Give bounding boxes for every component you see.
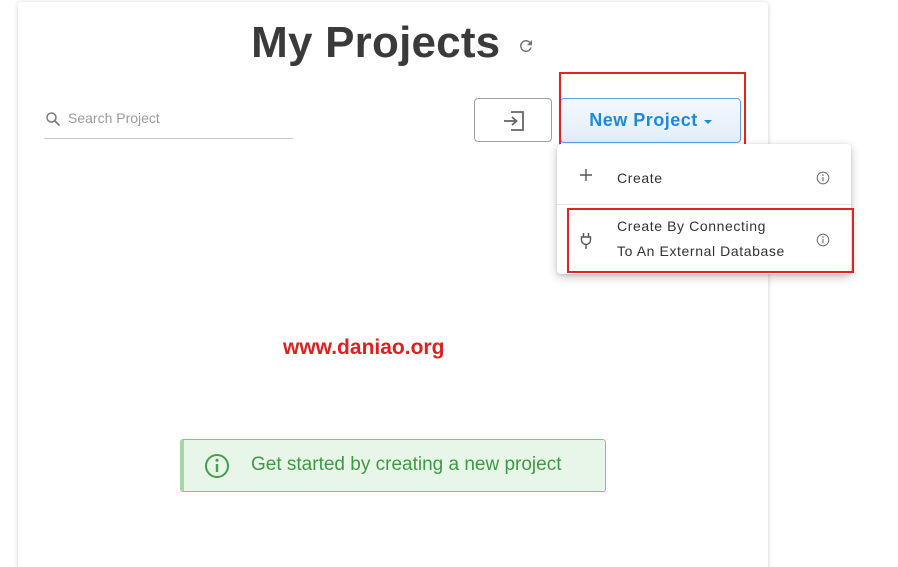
page: My Projects New bbox=[0, 0, 898, 567]
info-icon[interactable] bbox=[816, 171, 830, 190]
search-bar bbox=[44, 102, 293, 139]
search-input[interactable] bbox=[68, 106, 288, 130]
info-circle-icon bbox=[205, 454, 229, 478]
refresh-icon[interactable] bbox=[517, 37, 535, 55]
menu-item-create[interactable]: Create bbox=[557, 144, 851, 204]
caret-down-icon bbox=[703, 119, 712, 124]
info-icon[interactable] bbox=[816, 233, 830, 252]
plus-icon bbox=[579, 168, 593, 187]
new-project-label: New Project bbox=[589, 110, 698, 130]
search-icon bbox=[44, 110, 62, 128]
menu-item-create-external-db[interactable]: Create By Connecting To An External Data… bbox=[557, 205, 851, 274]
watermark-text: www.daniao.org bbox=[283, 336, 445, 359]
page-title: My Projects bbox=[251, 18, 501, 67]
new-project-menu: Create Create By Connecting To An Extern… bbox=[557, 144, 851, 274]
empty-state-message: Get started by creating a new project bbox=[251, 454, 562, 475]
new-project-button[interactable]: New Project bbox=[560, 98, 741, 143]
menu-item-external-db-line2: To An External Database bbox=[617, 243, 785, 259]
sign-in-icon bbox=[504, 111, 524, 131]
menu-item-external-db-line1: Create By Connecting bbox=[617, 218, 766, 234]
title-row: My Projects bbox=[18, 16, 768, 76]
import-project-button[interactable] bbox=[474, 98, 552, 142]
menu-item-create-label: Create bbox=[617, 170, 663, 186]
empty-state-alert: Get started by creating a new project bbox=[180, 439, 606, 492]
plug-icon bbox=[579, 232, 593, 255]
